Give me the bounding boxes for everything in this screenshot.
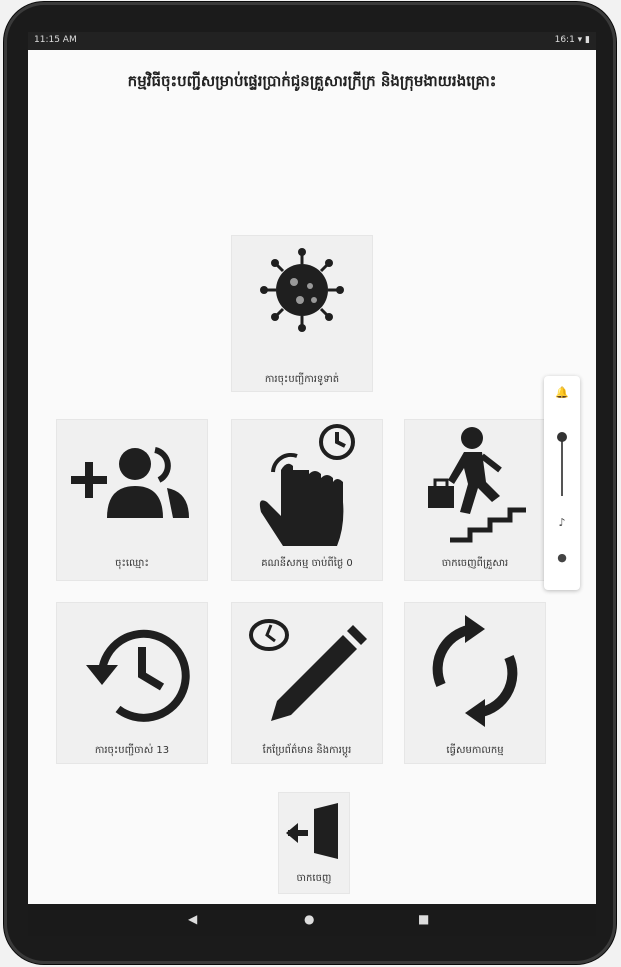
settings-dot-icon[interactable]: ● <box>544 551 580 564</box>
volume-panel: 🔔 ♪ ● <box>544 376 580 590</box>
tile-old-registrations-label: ការចុះបញ្ជីចាស់ 13 <box>94 745 170 756</box>
volume-slider-track[interactable] <box>561 436 563 496</box>
nav-recent-button[interactable]: ■ <box>418 912 429 926</box>
history-icon <box>86 629 190 722</box>
tablet-device: 11:15 AM 16:1 ▾ ▮ កម្មវិធីចុះបញ្ជីសម្រាប… <box>4 2 616 964</box>
tile-old-registrations[interactable]: ការចុះបញ្ជីចាស់ 13 <box>56 602 208 764</box>
status-bar: 11:15 AM 16:1 ▾ ▮ <box>28 32 596 50</box>
add-people-icon <box>71 447 189 518</box>
touch-clock-icon <box>259 424 355 546</box>
sync-icon <box>432 615 518 727</box>
exit-door-icon <box>286 803 338 859</box>
bell-icon[interactable]: 🔔 <box>544 386 580 399</box>
nav-back-button[interactable]: ◀ <box>188 912 197 926</box>
tile-active-account-label: គណនីសកម្ម ចាប់ពីថ្ងៃ 0 <box>261 558 353 569</box>
tile-payment-registration-label: ការចុះបញ្ជីការទូទាត់ <box>264 374 340 385</box>
navigation-bar: ◀ ● ■ <box>28 904 596 936</box>
status-time: 11:15 AM <box>34 35 77 45</box>
pencil-clock-icon <box>249 619 367 721</box>
tile-edit-info-label: កែប្រែព័ត៌មាន និងការប្ដូរ <box>262 745 352 756</box>
tile-sync-label: ធ្វើសមកាលកម្ម <box>446 745 504 756</box>
tile-register-label: ចុះឈ្មោះ <box>115 558 149 569</box>
virus-icon <box>260 248 344 332</box>
tile-edit-info[interactable]: កែប្រែព័ត៌មាន និងការប្ដូរ <box>231 602 383 764</box>
tile-leave-household-label: ចាកចេញពីគ្រួសារ <box>441 558 509 569</box>
tile-exit[interactable]: ចាកចេញ <box>278 792 350 894</box>
volume-slider-knob[interactable] <box>557 432 567 442</box>
tile-leave-household[interactable]: ចាកចេញពីគ្រួសារ <box>404 419 546 581</box>
person-stairs-icon <box>428 427 526 543</box>
status-indicators: 16:1 ▾ ▮ <box>554 35 590 45</box>
music-note-icon: ♪ <box>558 516 566 529</box>
page-title: កម្មវិធីចុះបញ្ជីសម្រាប់ផ្ទេរប្រាក់ជូនគ្រ… <box>127 72 497 90</box>
nav-home-button[interactable]: ● <box>304 912 314 926</box>
tile-exit-label: ចាកចេញ <box>296 873 332 884</box>
tile-sync[interactable]: ធ្វើសមកាលកម្ម <box>404 602 546 764</box>
tile-register[interactable]: ចុះឈ្មោះ <box>56 419 208 581</box>
tile-payment-registration[interactable]: ការចុះបញ្ជីការទូទាត់ <box>231 235 373 392</box>
tile-active-account[interactable]: គណនីសកម្ម ចាប់ពីថ្ងៃ 0 <box>231 419 383 581</box>
app-screen: 11:15 AM 16:1 ▾ ▮ កម្មវិធីចុះបញ្ជីសម្រាប… <box>28 32 596 936</box>
